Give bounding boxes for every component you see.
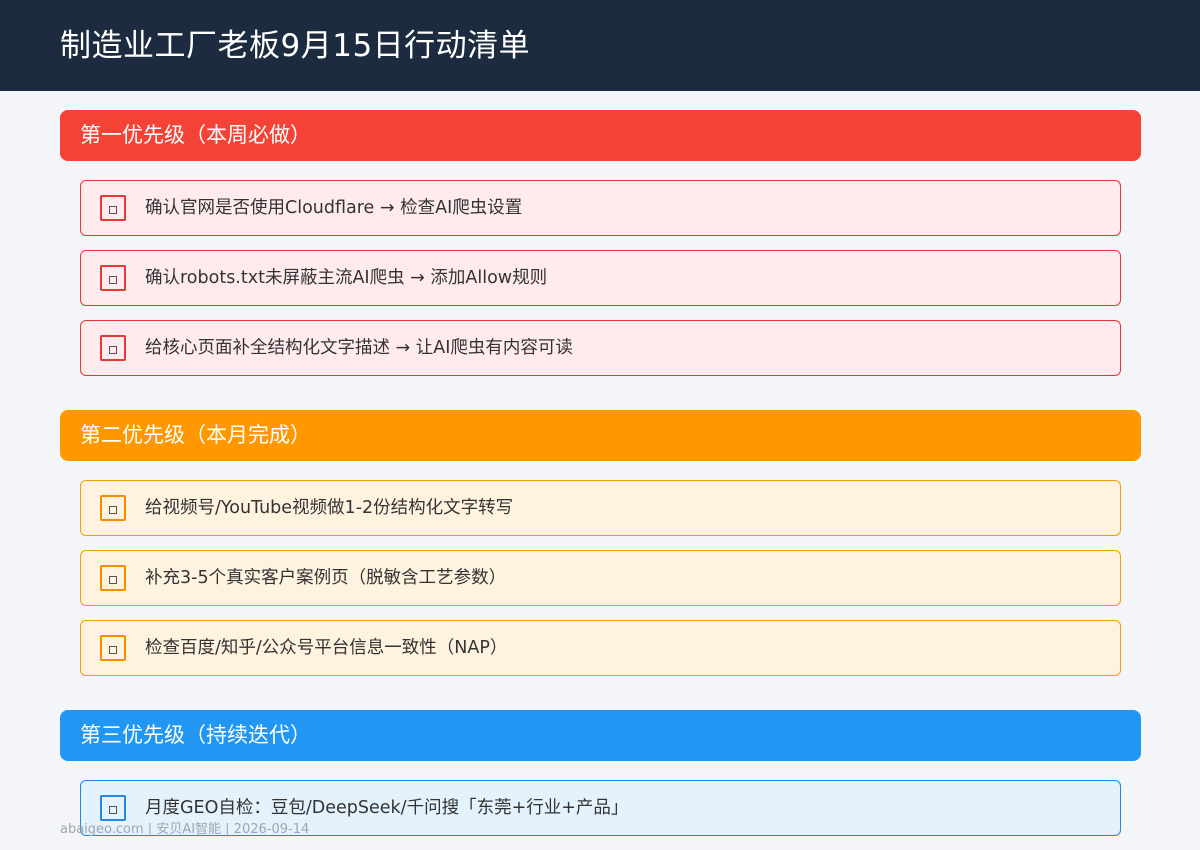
page-title: 制造业工厂老板9月15日行动清单 — [60, 28, 531, 64]
section-header-priority-2: 第二优先级（本月完成） — [60, 410, 1141, 461]
checkbox-icon — [109, 346, 117, 354]
task-checkbox[interactable] — [100, 195, 126, 221]
task-item[interactable]: 确认robots.txt未屏蔽主流AI爬虫 → 添加Allow规则 — [80, 250, 1121, 306]
checkbox-icon — [109, 506, 117, 514]
task-checkbox[interactable] — [100, 495, 126, 521]
task-checkbox[interactable] — [100, 265, 126, 291]
task-checkbox[interactable] — [100, 565, 126, 591]
checkbox-icon — [109, 806, 117, 814]
task-label: 确认robots.txt未屏蔽主流AI爬虫 → 添加Allow规则 — [145, 268, 548, 288]
task-checkbox[interactable] — [100, 635, 126, 661]
task-item[interactable]: 给核心页面补全结构化文字描述 → 让AI爬虫有内容可读 — [80, 320, 1121, 376]
checkbox-icon — [109, 206, 117, 214]
task-label: 确认官网是否使用Cloudflare → 检查AI爬虫设置 — [145, 198, 523, 218]
checkbox-icon — [109, 276, 117, 284]
task-item[interactable]: 确认官网是否使用Cloudflare → 检查AI爬虫设置 — [80, 180, 1121, 236]
section-header-priority-3: 第三优先级（持续迭代） — [60, 710, 1141, 761]
task-checkbox[interactable] — [100, 335, 126, 361]
task-item[interactable]: 检查百度/知乎/公众号平台信息一致性（NAP） — [80, 620, 1121, 676]
page-header: 制造业工厂老板9月15日行动清单 — [0, 0, 1200, 91]
checkbox-icon — [109, 576, 117, 584]
task-label: 给核心页面补全结构化文字描述 → 让AI爬虫有内容可读 — [145, 338, 573, 358]
checkbox-icon — [109, 646, 117, 654]
task-label: 补充3-5个真实客户案例页（脱敏含工艺参数） — [145, 568, 507, 588]
task-item[interactable]: 给视频号/YouTube视频做1-2份结构化文字转写 — [80, 480, 1121, 536]
footer-credit: abaigeo.com | 安贝AI智能 | 2026-09-14 — [60, 822, 310, 837]
task-label: 给视频号/YouTube视频做1-2份结构化文字转写 — [145, 498, 514, 518]
task-checkbox[interactable] — [100, 795, 126, 821]
section-header-priority-1: 第一优先级（本周必做） — [60, 110, 1141, 161]
task-item[interactable]: 补充3-5个真实客户案例页（脱敏含工艺参数） — [80, 550, 1121, 606]
task-label: 检查百度/知乎/公众号平台信息一致性（NAP） — [145, 638, 508, 658]
